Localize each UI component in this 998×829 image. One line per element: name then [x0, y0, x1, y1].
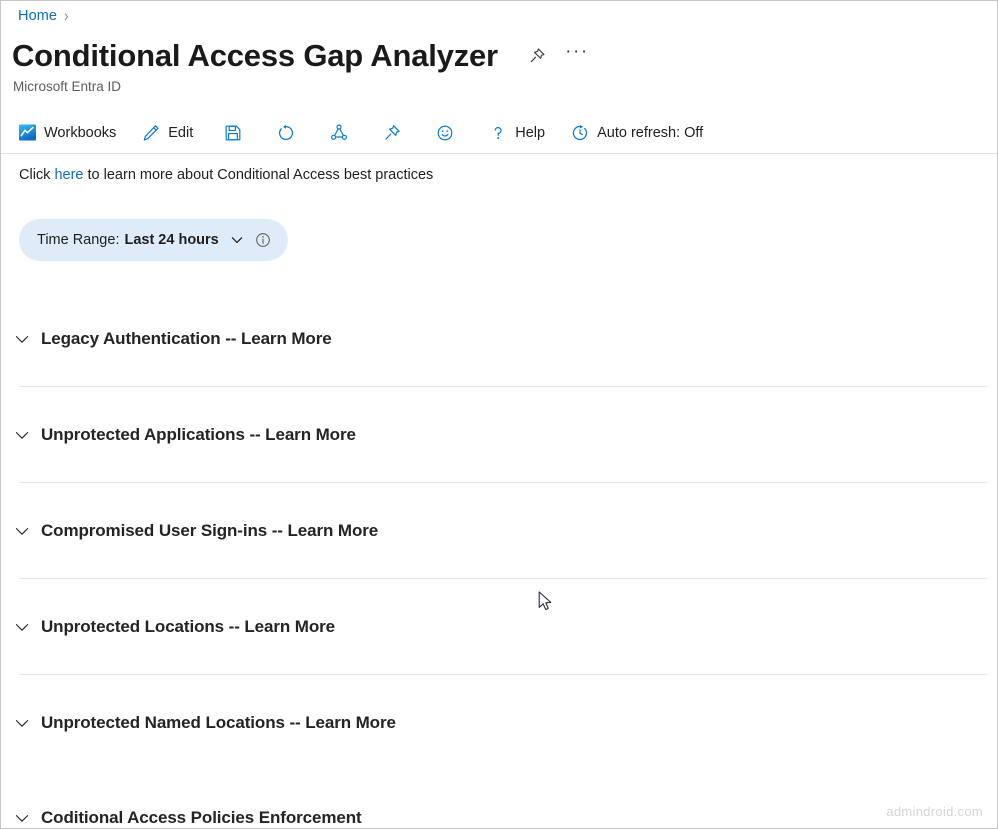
breadcrumb: Home › [18, 5, 68, 27]
edit-button[interactable]: Edit [141, 117, 193, 149]
chevron-down-icon[interactable] [11, 807, 33, 829]
clock-history-icon [570, 123, 590, 143]
best-practices-info-line: Click here to learn more about Condition… [19, 165, 433, 185]
share-nodes-icon [329, 123, 349, 143]
auto-refresh-button[interactable]: Auto refresh: Off [570, 117, 703, 149]
time-range-selector[interactable]: Time Range: Last 24 hours [19, 219, 288, 261]
command-bar: Workbooks Edit Help Auto refresh: Off [1, 112, 997, 153]
chevron-down-icon[interactable] [11, 520, 33, 542]
chevron-down-icon[interactable] [11, 328, 33, 350]
help-label: Help [515, 124, 546, 141]
command-bar-divider [1, 153, 997, 154]
refresh-circular-arrow-icon [276, 123, 296, 143]
best-practices-link[interactable]: here [54, 167, 83, 183]
section-unprotected-named-locations[interactable]: Unprotected Named Locations -- Learn Mor… [1, 675, 997, 770]
time-range-label: Time Range: [37, 232, 120, 248]
section-unprotected-locations[interactable]: Unprotected Locations -- Learn More [1, 579, 997, 674]
section-conditional-access-policies-enforcement[interactable]: Coditional Access Policies Enforcement [1, 770, 997, 829]
feedback-button[interactable] [435, 117, 455, 149]
page-title: Conditional Access Gap Analyzer [12, 38, 498, 73]
question-mark-icon [488, 123, 508, 143]
section-unprotected-applications[interactable]: Unprotected Applications -- Learn More [1, 387, 997, 482]
chevron-down-icon[interactable] [11, 616, 33, 638]
edit-label: Edit [168, 124, 194, 141]
section-title: Compromised User Sign-ins -- Learn More [41, 520, 379, 540]
page-subtitle: Microsoft Entra ID [13, 79, 122, 94]
pin-icon[interactable] [524, 43, 550, 69]
chevron-down-icon[interactable] [11, 712, 33, 734]
section-title: Unprotected Locations -- Learn More [41, 616, 336, 636]
section-compromised-user-signins[interactable]: Compromised User Sign-ins -- Learn More [1, 483, 997, 578]
section-title: Legacy Authentication -- Learn More [41, 328, 332, 348]
share-button[interactable] [329, 117, 349, 149]
save-floppy-icon [223, 123, 243, 143]
refresh-button[interactable] [276, 117, 296, 149]
workbook-page: Home › Conditional Access Gap Analyzer ·… [0, 0, 998, 829]
sections-list: Legacy Authentication -- Learn More Unpr… [1, 291, 997, 829]
info-prefix: Click [19, 167, 55, 183]
section-legacy-authentication[interactable]: Legacy Authentication -- Learn More [1, 291, 997, 386]
auto-refresh-label: Auto refresh: Off [597, 124, 704, 141]
workbooks-chart-icon [17, 123, 37, 143]
section-title: Coditional Access Policies Enforcement [41, 807, 362, 827]
chevron-down-icon[interactable] [11, 424, 33, 446]
section-title: Unprotected Named Locations -- Learn Mor… [41, 712, 396, 732]
workbooks-button[interactable]: Workbooks [17, 117, 116, 149]
chevron-down-icon[interactable] [229, 232, 245, 248]
info-suffix: to learn more about Conditional Access b… [83, 167, 434, 183]
more-options-icon[interactable]: ··· [564, 42, 590, 69]
workbooks-label: Workbooks [44, 124, 117, 141]
pencil-edit-icon [141, 123, 161, 143]
smiley-feedback-icon [435, 123, 455, 143]
section-title: Unprotected Applications -- Learn More [41, 424, 356, 444]
breadcrumb-separator-icon: › [64, 6, 69, 25]
help-button[interactable]: Help [488, 117, 545, 149]
save-button[interactable] [223, 117, 243, 149]
time-range-value: Last 24 hours [124, 232, 219, 248]
breadcrumb-item-home[interactable]: Home [18, 6, 57, 26]
page-title-row: Conditional Access Gap Analyzer ··· [12, 34, 590, 78]
pin-icon [382, 123, 402, 143]
watermark: admindroid.com [886, 804, 983, 819]
pin-button[interactable] [382, 117, 402, 149]
info-circle-icon[interactable] [255, 232, 271, 248]
